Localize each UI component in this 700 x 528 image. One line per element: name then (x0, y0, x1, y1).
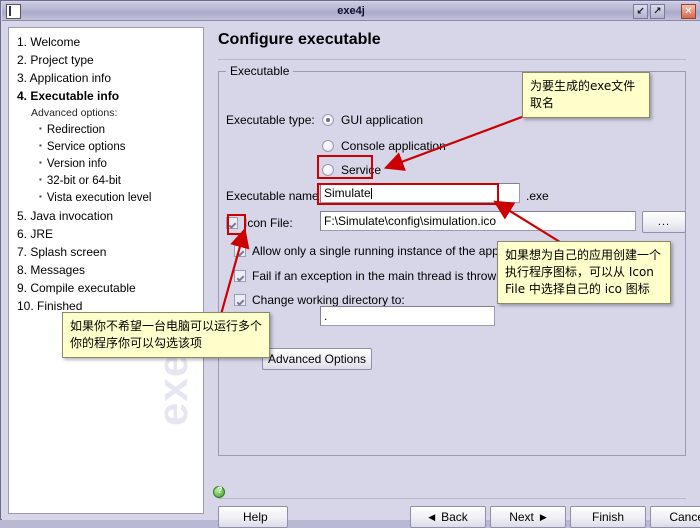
executable-groupbox-legend: Executable (226, 64, 294, 78)
exe4j-window: exe4j ↙ ↗ ✕ 1. Welcome 2. Project type 3… (0, 0, 700, 528)
footer-divider (218, 498, 686, 499)
icon-file-label: Icon File: (244, 216, 293, 230)
fail-on-exception-checkbox[interactable]: Fail if an exception in the main thread … (234, 269, 503, 283)
executable-name-suffix: .exe (526, 189, 549, 203)
title-bar: exe4j ↙ ↗ ✕ (2, 2, 700, 21)
radio-service-label: Service (341, 163, 382, 177)
sidebar-item-executable-info[interactable]: 4. Executable info (17, 87, 203, 105)
sidebar-item-service-options[interactable]: Service options (17, 139, 203, 156)
next-button[interactable]: Next (490, 506, 566, 528)
radio-gui-application[interactable]: GUI application (322, 113, 423, 127)
title-divider (218, 59, 686, 60)
advanced-options-button[interactable]: Advanced Options (262, 348, 372, 370)
wizard-steps-list: 1. Welcome 2. Project type 3. Applicatio… (17, 33, 203, 315)
finish-button[interactable]: Finish (570, 506, 646, 528)
exe4j-watermark: exe4j (149, 315, 196, 426)
radio-gui-application-icon (322, 114, 334, 126)
working-directory-input[interactable]: . (320, 306, 495, 326)
executable-name-label: Executable name: (226, 189, 323, 203)
change-working-directory-checkbox[interactable]: Change working directory to: (234, 293, 405, 307)
window-content: 1. Welcome 2. Project type 3. Applicatio… (2, 21, 700, 528)
icon-file-input[interactable]: F:\Simulate\config\simulation.ico (320, 211, 636, 231)
executable-name-input[interactable]: Simulate (320, 183, 520, 203)
fail-on-exception-label: Fail if an exception in the main thread … (252, 269, 503, 283)
cancel-button[interactable]: Cancel (650, 506, 700, 528)
icon-file-browse-button[interactable]: ... (642, 211, 686, 233)
sidebar-item-redirection[interactable]: Redirection (17, 122, 203, 139)
change-working-directory-checkbox-icon (234, 294, 246, 306)
change-working-directory-label: Change working directory to: (252, 293, 405, 307)
close-icon[interactable]: ✕ (681, 4, 696, 19)
page-title: Configure executable (218, 31, 381, 48)
executable-name-value: Simulate (324, 186, 371, 200)
radio-service-icon (322, 164, 334, 176)
help-button[interactable]: Help (218, 506, 288, 528)
radio-service[interactable]: Service (322, 163, 381, 177)
back-button[interactable]: Back (410, 506, 486, 528)
sidebar-item-vista-execution-level[interactable]: Vista execution level (17, 190, 203, 207)
sidebar-item-splash-screen[interactable]: 7. Splash screen (17, 243, 203, 261)
text-caret (370, 188, 372, 199)
minimize-icon[interactable]: ↙ (633, 4, 648, 19)
radio-console-application-icon (322, 140, 334, 152)
maximize-icon[interactable]: ↗ (650, 4, 665, 19)
radio-console-application-label: Console application (341, 139, 446, 153)
window-title: exe4j (337, 5, 365, 17)
icon-file-checkbox-icon (226, 217, 238, 229)
icon-file-checkbox[interactable]: Icon File: (226, 216, 293, 230)
question-circle-icon (213, 485, 225, 498)
allow-single-instance-checkbox[interactable]: Allow only a single running instance of … (234, 244, 536, 258)
sidebar-item-application-info[interactable]: 3. Application info (17, 69, 203, 87)
sidebar-item-version-info[interactable]: Version info (17, 156, 203, 173)
sidebar-item-project-type[interactable]: 2. Project type (17, 51, 203, 69)
sidebar-item-messages[interactable]: 8. Messages (17, 261, 203, 279)
radio-gui-application-label: GUI application (341, 113, 424, 127)
sidebar-item-jre[interactable]: 6. JRE (17, 225, 203, 243)
sidebar-item-welcome[interactable]: 1. Welcome (17, 33, 203, 51)
sidebar-item-finished[interactable]: 10. Finished (17, 297, 203, 315)
main-panel: Configure executable Executable Executab… (210, 27, 700, 528)
allow-single-instance-checkbox-icon (234, 245, 246, 257)
sidebar-item-java-invocation[interactable]: 5. Java invocation (17, 207, 203, 225)
sidebar-item-compile-executable[interactable]: 9. Compile executable (17, 279, 203, 297)
fail-on-exception-checkbox-icon (234, 270, 246, 282)
radio-console-application[interactable]: Console application (322, 139, 446, 153)
executable-type-label: Executable type: (226, 113, 315, 127)
wizard-steps-sidebar: 1. Welcome 2. Project type 3. Applicatio… (8, 27, 204, 514)
allow-single-instance-label: Allow only a single running instance of … (252, 244, 537, 258)
sidebar-item-32-or-64-bit[interactable]: 32-bit or 64-bit (17, 173, 203, 190)
sidebar-subhead-advanced-options: Advanced options: (31, 107, 118, 119)
executable-groupbox (218, 71, 686, 456)
